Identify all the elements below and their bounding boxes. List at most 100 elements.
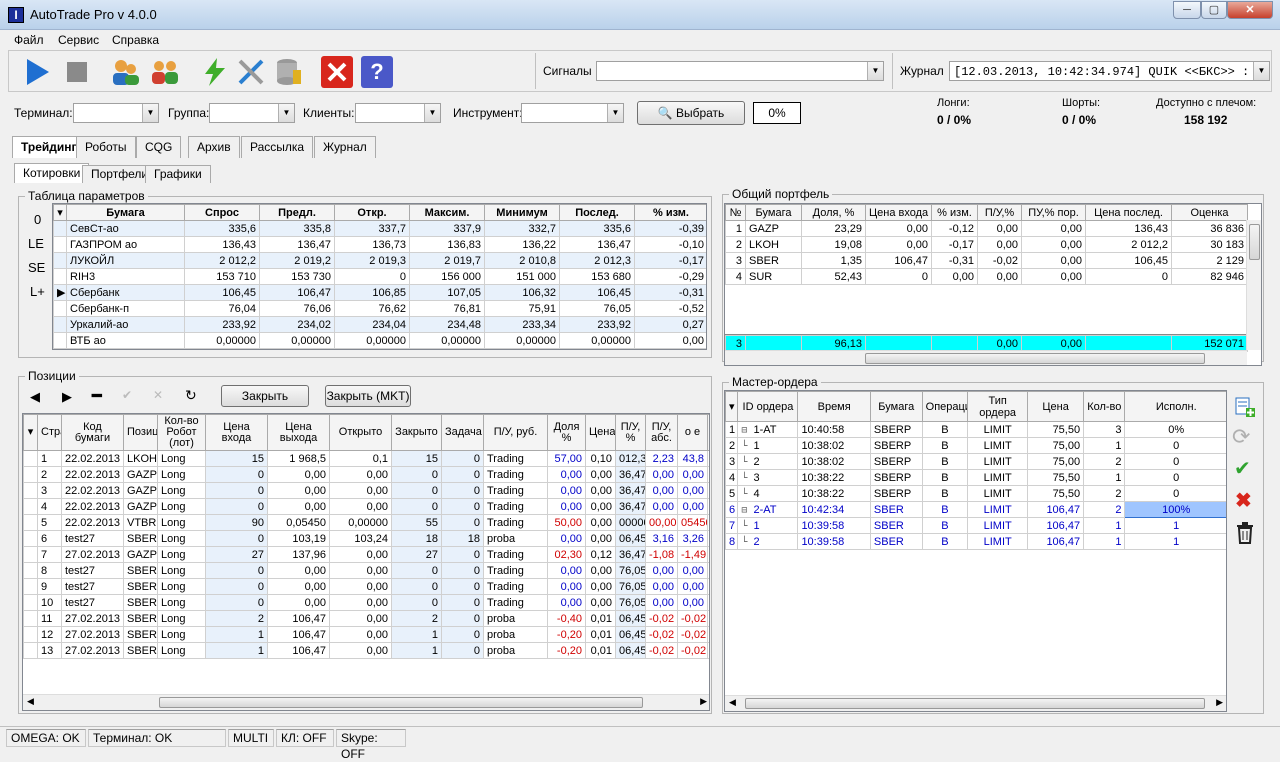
signals-combo[interactable]: ▼: [596, 61, 884, 81]
group-combo[interactable]: ▼: [209, 103, 295, 123]
portfolio-hscroll[interactable]: [725, 350, 1247, 365]
tab-cqg[interactable]: CQG: [136, 136, 182, 158]
table-row[interactable]: 2 └ 1 10:38:02 SBERP B LIMIT 75,00 1 0: [725, 437, 1226, 454]
column-header[interactable]: о е: [677, 414, 708, 451]
table-row[interactable]: 10 test27 SBER Long 0 0,00 0,00 0 0 Trading 0,00 0,…: [23, 594, 709, 611]
column-header[interactable]: Цена выхода: [267, 414, 330, 451]
menu-file[interactable]: Файл: [14, 33, 44, 47]
table-row[interactable]: 11 27.02.2013 1 SBER Long 2 106,47 0,00 2 0 proba…: [23, 610, 709, 627]
table-row[interactable]: 7 27.02.2013 1 GAZP Long 27 137,96 0,00 27 0 Trad…: [23, 546, 709, 563]
table-row[interactable]: 6 ⊟ 2-AT 10:42:34 SBER B LIMIT 106,47 2 100%: [725, 501, 1226, 518]
column-header[interactable]: Время: [797, 391, 871, 422]
next-arrow-icon[interactable]: ▶: [62, 389, 72, 405]
refresh-icon[interactable]: ⟳: [1232, 424, 1250, 450]
table-row[interactable]: RIH3 153 710 153 730 0 156 000 151 000 153 680…: [53, 268, 706, 285]
table-row[interactable]: ГАЗПРОМ ао 136,43 136,47 136,73 136,83 136,22…: [53, 236, 706, 253]
column-header[interactable]: Тип ордера: [967, 391, 1029, 422]
help-question-icon[interactable]: ?: [361, 56, 393, 88]
scroll-thumb[interactable]: [865, 353, 1205, 364]
indicator-le[interactable]: LE: [28, 236, 44, 251]
table-row[interactable]: ВТБ ао 0,00000 0,00000 0,00000 0,00000 0,0000…: [53, 332, 706, 349]
chevron-down-icon[interactable]: ▼: [142, 104, 158, 122]
table-row[interactable]: 12 27.02.2013 1 SBER Long 1 106,47 0,00 1 0 proba…: [23, 626, 709, 643]
column-header[interactable]: Цена входа: [205, 414, 268, 451]
close-position-button[interactable]: Закрыть: [221, 385, 309, 407]
column-header[interactable]: П/У, абс.: [645, 414, 678, 451]
column-header[interactable]: Максим.: [409, 204, 485, 221]
column-header[interactable]: Исполн.: [1124, 391, 1226, 422]
column-header[interactable]: Предл.: [259, 204, 335, 221]
column-header[interactable]: Задача: [441, 414, 484, 451]
minimize-button[interactable]: ─: [1173, 1, 1201, 19]
tools-icon[interactable]: [235, 56, 267, 88]
table-row[interactable]: 5 22.02.2013 1 VTBR Long 90 0,05450 0,00000 55 0…: [23, 514, 709, 531]
collapse-icon[interactable]: ⊟: [741, 505, 753, 516]
close-button[interactable]: ✕: [1227, 1, 1273, 19]
subtab-charts[interactable]: Графики: [145, 165, 211, 183]
table-row[interactable]: 6 test27 SBER Long 0 103,19 103,24 18 18 proba 0,0…: [23, 530, 709, 547]
table-row[interactable]: ЛУКОЙЛ 2 012,2 2 019,2 2 019,3 2 019,7 2 010,…: [53, 252, 706, 269]
scroll-thumb[interactable]: [745, 698, 1205, 709]
collapse-icon[interactable]: ⊟: [741, 425, 753, 436]
table-row[interactable]: 2 LKOH 19,08 0,00 -0,17 0,00 0,00 2 012,2 30 183: [725, 236, 1248, 253]
delete-x-icon[interactable]: ✖: [1235, 488, 1252, 513]
maximize-button[interactable]: ▢: [1201, 1, 1227, 19]
table-row[interactable]: 1 22.02.2013 1 LKOH Long 15 1 968,5 0,1 15 0 Trad…: [23, 450, 709, 467]
users-icon[interactable]: [109, 56, 141, 88]
column-header[interactable]: П/У, руб.: [483, 414, 548, 451]
lightning-icon[interactable]: [199, 56, 231, 88]
table-row[interactable]: 4 SUR 52,43 0 0,00 0,00 0,00 0 82 946: [725, 268, 1248, 285]
subtab-quotes[interactable]: Котировки: [14, 163, 90, 183]
scroll-left-icon[interactable]: ◀: [27, 696, 34, 707]
table-row[interactable]: 1 GAZP 23,29 0,00 -0,12 0,00 0,00 136,43 36 836: [725, 220, 1248, 237]
column-header[interactable]: Спрос: [184, 204, 260, 221]
chevron-down-icon[interactable]: ▼: [424, 104, 440, 122]
minus-icon[interactable]: ━: [92, 386, 102, 406]
table-row[interactable]: 9 test27 SBER Long 0 0,00 0,00 0 0 Trading 0,00 0,0…: [23, 578, 709, 595]
indicator-se[interactable]: SE: [28, 260, 45, 275]
table-row[interactable]: 2 22.02.2013 1 GAZP Long 0 0,00 0,00 0 0 Trading 0…: [23, 466, 709, 483]
trash-icon[interactable]: [1235, 522, 1255, 544]
column-header[interactable]: ID ордера: [737, 391, 799, 422]
tab-mailing[interactable]: Рассылка: [241, 136, 314, 158]
column-header[interactable]: Оценка: [1171, 204, 1248, 221]
column-header[interactable]: Кол-во: [1083, 391, 1126, 422]
portfolio-vscroll[interactable]: [1246, 220, 1261, 350]
table-row[interactable]: 1 ⊟ 1-AT 10:40:58 SBERP B LIMIT 75,50 3 0%: [725, 421, 1226, 438]
instrument-combo[interactable]: ▼: [521, 103, 624, 123]
indicator-lplus[interactable]: L+: [30, 284, 45, 299]
column-header[interactable]: Кол-во Робот (лот): [157, 414, 206, 451]
column-header[interactable]: Бумага: [869, 391, 923, 422]
column-header-menu[interactable]: ▾: [53, 204, 67, 221]
scroll-left-icon[interactable]: ◀: [729, 697, 736, 708]
table-row[interactable]: 7 └ 1 10:39:58 SBER B LIMIT 106,47 1 1: [725, 517, 1226, 534]
cancel-x-icon[interactable]: [321, 56, 353, 88]
table-row[interactable]: ▶ Сбербанк 106,45 106,47 106,85 107,05 106,32 1…: [53, 284, 706, 301]
column-header[interactable]: №: [725, 204, 746, 221]
table-row[interactable]: СевСт-ао 335,6 335,8 337,7 337,9 332,7 335,6 -0…: [53, 220, 706, 237]
column-header[interactable]: Доля %: [547, 414, 586, 451]
close-mkt-button[interactable]: Закрыть (MKT): [325, 385, 411, 407]
table-row[interactable]: Уркалий-ао 233,92 234,02 234,04 234,48 233,34…: [53, 316, 706, 333]
column-header[interactable]: Откр.: [334, 204, 410, 221]
column-header[interactable]: Цена входа: [865, 204, 932, 221]
column-header[interactable]: % изм.: [634, 204, 706, 221]
chevron-down-icon[interactable]: ▼: [867, 62, 883, 80]
column-header[interactable]: П/У, %: [615, 414, 646, 451]
scroll-right-icon[interactable]: ▶: [1216, 697, 1223, 708]
column-header[interactable]: Код бумаги: [61, 414, 124, 451]
select-button[interactable]: 🔍 Выбрать: [637, 101, 745, 125]
scroll-right-icon[interactable]: ▶: [700, 696, 707, 707]
table-row[interactable]: 8 └ 2 10:39:58 SBER B LIMIT 106,47 1 1: [725, 533, 1226, 550]
add-order-icon[interactable]: [1234, 396, 1256, 418]
column-header[interactable]: Позиция: [123, 414, 158, 451]
orders-hscroll[interactable]: ◀ ▶: [725, 695, 1226, 711]
column-header[interactable]: Открыто: [329, 414, 392, 451]
table-row[interactable]: 4 22.02.2013 1 GAZP Long 0 0,00 0,00 0 0 Trading 0…: [23, 498, 709, 515]
column-header[interactable]: ПУ,% пор.: [1021, 204, 1086, 221]
column-header[interactable]: Доля, %: [801, 204, 866, 221]
tab-robots[interactable]: Роботы: [76, 136, 136, 158]
column-header[interactable]: ▾: [725, 391, 739, 422]
group-users-icon[interactable]: [149, 56, 181, 88]
check-icon[interactable]: ✔: [1234, 456, 1251, 481]
